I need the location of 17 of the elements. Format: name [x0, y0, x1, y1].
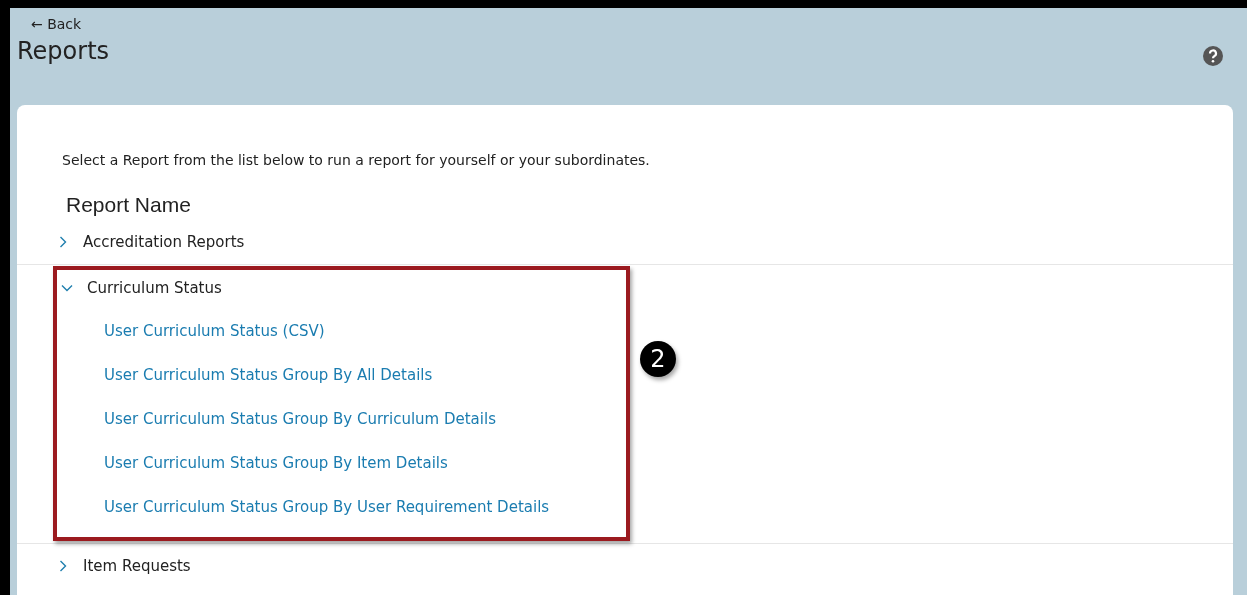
chevron-right-icon: [57, 560, 69, 572]
report-link[interactable]: User Curriculum Status Group By User Requirement Details: [104, 495, 550, 519]
report-group[interactable]: Accreditation Reports: [17, 220, 1233, 264]
column-heading: Report Name: [65, 192, 191, 218]
chevron-right-icon: [57, 236, 69, 248]
report-group[interactable]: Item Requests: [17, 544, 1233, 588]
back-link[interactable]: ← Back: [17, 8, 82, 33]
step-badge: 2: [640, 341, 676, 377]
help-icon[interactable]: [1203, 46, 1223, 66]
report-link[interactable]: User Curriculum Status Group By Item Details: [104, 451, 448, 475]
report-link[interactable]: User Curriculum Status Group By All Details: [104, 363, 433, 387]
chevron-down-icon: [61, 282, 73, 294]
report-link[interactable]: User Curriculum Status Group By Curriculum Details: [104, 407, 496, 431]
intro-text: Select a Report from the list below to run a report for yourself or your subordinates.: [61, 151, 650, 170]
report-group[interactable]: Curriculum Status: [17, 265, 1233, 309]
report-link[interactable]: User Curriculum Status (CSV): [104, 319, 325, 343]
page-title: Reports: [17, 36, 110, 67]
